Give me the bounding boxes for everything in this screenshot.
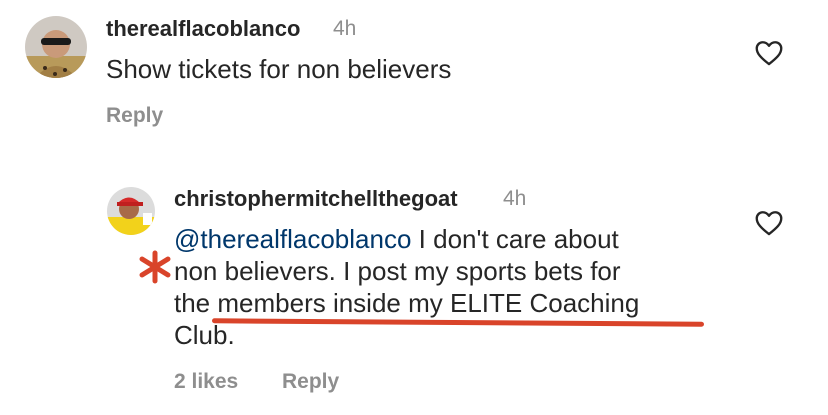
comment-line-3: the members inside my ELITE Coaching [174, 288, 640, 318]
mention-link[interactable]: @therealflacoblanco [174, 224, 411, 254]
comment-line-1: @therealflacoblanco I don't care about [174, 223, 734, 255]
comment-timestamp: 4h [503, 187, 527, 210]
heart-icon[interactable] [755, 40, 783, 66]
avatar-christophermitchellthegoat[interactable] [107, 187, 155, 235]
comment-text: @therealflacoblanco I don't care about n… [174, 223, 734, 351]
reply-button[interactable]: Reply [106, 104, 163, 128]
comment-username[interactable]: christophermitchellthegoat [174, 186, 458, 212]
comment-line-1-text: I don't care about [411, 224, 619, 254]
asterisk-annotation-icon [137, 250, 173, 284]
avatar-therealflacoblanco[interactable] [25, 16, 87, 78]
comment-line-2: non believers. I post my sports bets for [174, 256, 621, 286]
reply-button[interactable]: Reply [282, 370, 339, 394]
comment-text: Show tickets for non believers [106, 54, 452, 84]
comment-timestamp: 4h [333, 17, 357, 40]
likes-count[interactable]: 2 likes [174, 370, 238, 394]
comment-username[interactable]: therealflacoblanco [106, 16, 300, 42]
heart-icon[interactable] [755, 210, 783, 236]
comments-thread: therealflacoblanco 4h Show tickets for n… [0, 0, 828, 415]
